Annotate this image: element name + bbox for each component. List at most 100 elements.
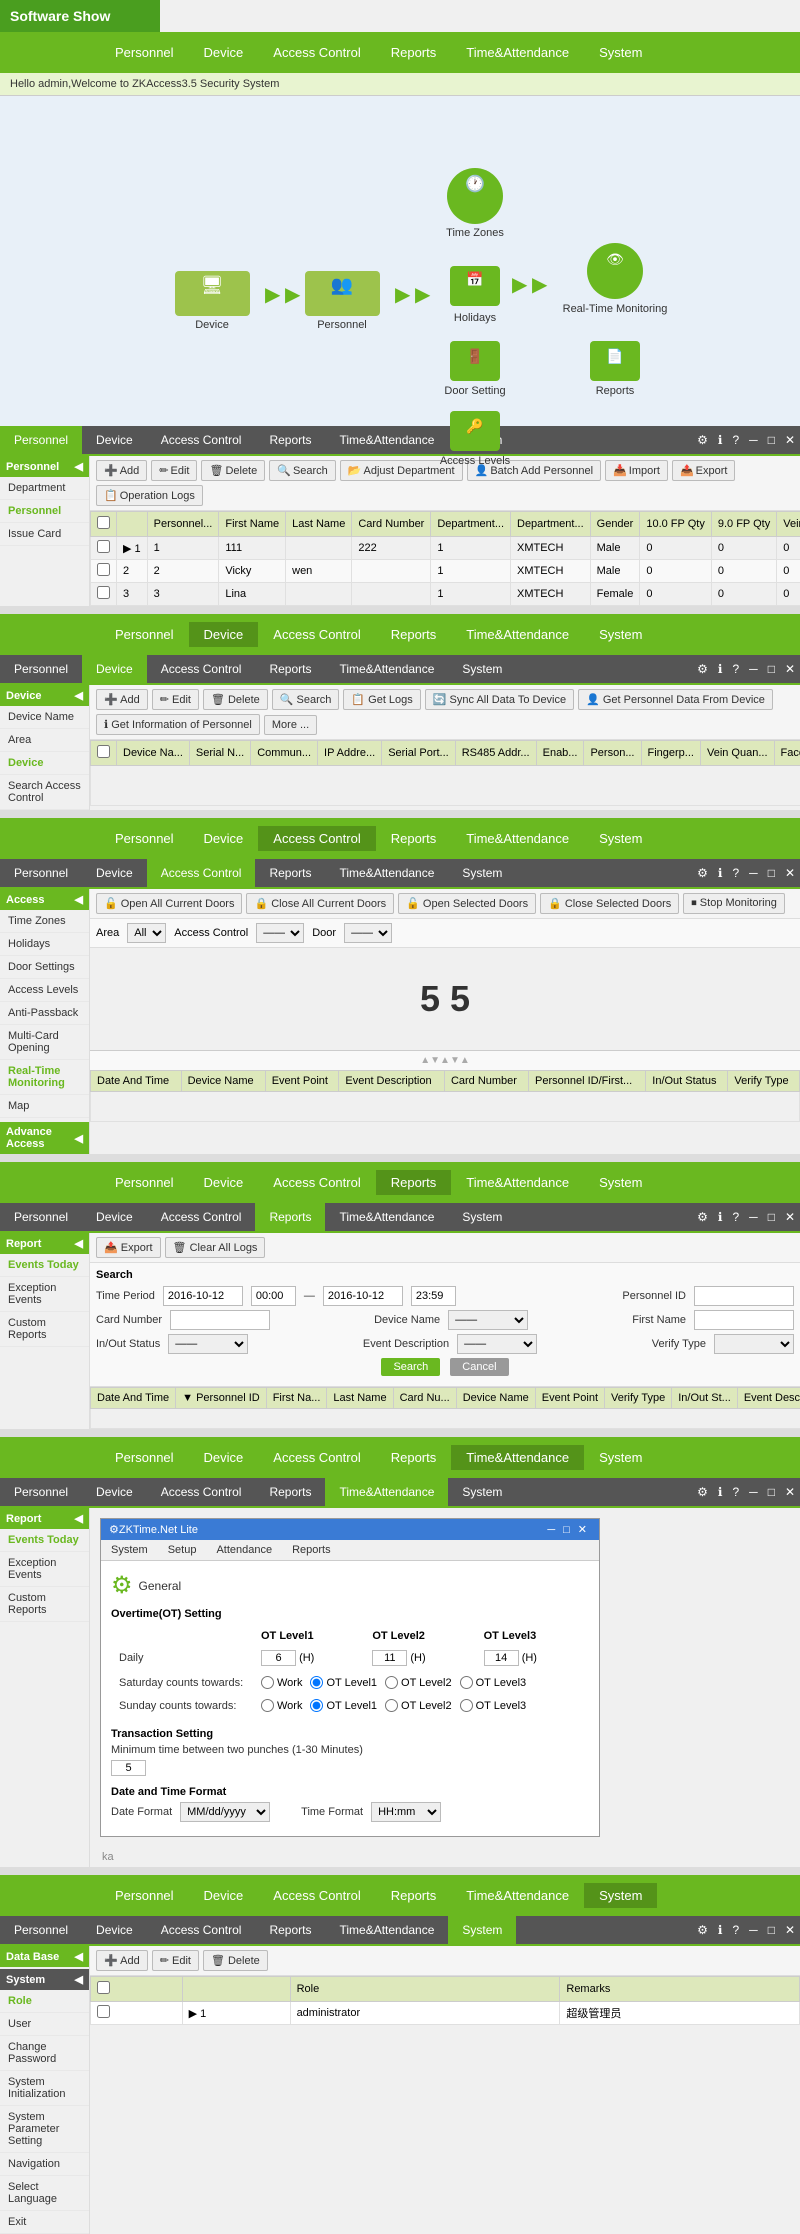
sidebar-item-issue-card[interactable]: Issue Card bbox=[0, 523, 89, 546]
in-out-select[interactable]: —— bbox=[168, 1334, 248, 1354]
sidebar-item-exit[interactable]: Exit bbox=[0, 2211, 89, 2234]
sat-ot3-radio[interactable] bbox=[460, 1676, 473, 1689]
tab-device-t[interactable]: Device bbox=[82, 1478, 147, 1506]
tab-system-d[interactable]: System bbox=[448, 655, 516, 683]
settings-icon-3[interactable]: ⚙ bbox=[692, 862, 713, 884]
settings-icon-4[interactable]: ⚙ bbox=[692, 1206, 713, 1228]
sidebar-section-advance[interactable]: Advance Access ◀ bbox=[0, 1122, 89, 1154]
nav-access-3[interactable]: Access Control bbox=[258, 826, 375, 851]
sat-ot1-label[interactable]: OT Level1 bbox=[310, 1676, 377, 1689]
col-commun[interactable]: Commun... bbox=[251, 741, 318, 766]
nav-time-3[interactable]: Time&Attendance bbox=[451, 826, 584, 851]
nav-personnel-3[interactable]: Personnel bbox=[100, 826, 189, 851]
sun-ot1-label[interactable]: OT Level1 bbox=[310, 1699, 377, 1712]
tab-device-a[interactable]: Device bbox=[82, 859, 147, 887]
col-device-name[interactable]: Device Na... bbox=[117, 741, 190, 766]
tab-reports-s[interactable]: Reports bbox=[255, 1916, 325, 1944]
edit-system-button[interactable]: ✏ Edit bbox=[152, 1950, 199, 1971]
tab-reports[interactable]: Reports bbox=[255, 426, 325, 454]
sidebar-section-report-t[interactable]: Report ◀ bbox=[0, 1508, 89, 1529]
edit-device-button[interactable]: ✏ Edit bbox=[152, 689, 199, 710]
card-number-input[interactable] bbox=[170, 1310, 270, 1330]
tab-reports-d[interactable]: Reports bbox=[255, 655, 325, 683]
date-format-select[interactable]: MM/dd/yyyy bbox=[180, 1802, 270, 1822]
help-icon-3[interactable]: ? bbox=[727, 862, 744, 884]
tab-personnel-s[interactable]: Personnel bbox=[0, 1916, 82, 1944]
sidebar-item-events-today-t[interactable]: Events Today bbox=[0, 1529, 89, 1552]
tab-device-r[interactable]: Device bbox=[82, 1203, 147, 1231]
from-date-input[interactable] bbox=[163, 1286, 243, 1306]
open-all-doors[interactable]: 🔓 Open All Current Doors bbox=[96, 893, 242, 914]
row-check-1[interactable] bbox=[97, 540, 110, 553]
sidebar-item-custom-reports[interactable]: Custom Reports bbox=[0, 1312, 89, 1347]
close-icon-5[interactable]: ✕ bbox=[780, 1481, 800, 1503]
close-icon-6[interactable]: ✕ bbox=[780, 1919, 800, 1941]
sidebar-item-change-password[interactable]: Change Password bbox=[0, 2036, 89, 2071]
tab-reports-a[interactable]: Reports bbox=[255, 859, 325, 887]
col-enable[interactable]: Enab... bbox=[536, 741, 584, 766]
nav-access-4[interactable]: Access Control bbox=[258, 1170, 375, 1195]
sidebar-item-exception[interactable]: Exception Events bbox=[0, 1277, 89, 1312]
nav-reports-4[interactable]: Reports bbox=[376, 1170, 452, 1195]
delete-device-button[interactable]: 🗑 Delete bbox=[203, 689, 268, 710]
nav-system-4[interactable]: System bbox=[584, 1170, 657, 1195]
sat-work-radio[interactable] bbox=[261, 1676, 274, 1689]
nav-reports-2[interactable]: Reports bbox=[376, 622, 452, 647]
sun-ot2-label[interactable]: OT Level2 bbox=[385, 1699, 452, 1712]
search-button[interactable]: 🔍 Search bbox=[269, 460, 336, 481]
sat-ot2-radio[interactable] bbox=[385, 1676, 398, 1689]
sync-all-button[interactable]: 🔄 Sync All Data To Device bbox=[425, 689, 574, 710]
col-remarks[interactable]: Remarks bbox=[560, 1977, 800, 2002]
tab-reports-r[interactable]: Reports bbox=[255, 1203, 325, 1231]
first-name-input[interactable] bbox=[694, 1310, 794, 1330]
row-check-3[interactable] bbox=[97, 586, 110, 599]
export-button[interactable]: 📤 Export bbox=[672, 460, 736, 481]
sidebar-item-department[interactable]: Department bbox=[0, 477, 89, 500]
info-icon-4[interactable]: ℹ bbox=[713, 1206, 728, 1228]
sidebar-item-anti-passback[interactable]: Anti-Passback bbox=[0, 1002, 89, 1025]
sidebar-item-system-param[interactable]: System Parameter Setting bbox=[0, 2106, 89, 2153]
col-serial[interactable]: Serial N... bbox=[189, 741, 250, 766]
tab-personnel-t[interactable]: Personnel bbox=[0, 1478, 82, 1506]
help-icon-4[interactable]: ? bbox=[727, 1206, 744, 1228]
col-first-name[interactable]: First Name bbox=[219, 512, 286, 537]
info-icon-6[interactable]: ℹ bbox=[713, 1919, 728, 1941]
sidebar-section-system[interactable]: System ◀ bbox=[0, 1969, 89, 1990]
nav-device-6[interactable]: Device bbox=[189, 1883, 259, 1908]
nav-personnel-4[interactable]: Personnel bbox=[100, 1170, 189, 1195]
nav-device-4[interactable]: Device bbox=[189, 1170, 259, 1195]
col-rs485[interactable]: RS485 Addr... bbox=[455, 741, 536, 766]
popup-close[interactable]: ✕ bbox=[574, 1523, 591, 1536]
nav-reports-3[interactable]: Reports bbox=[376, 826, 452, 851]
help-icon-2[interactable]: ? bbox=[727, 658, 744, 680]
nav-time-6[interactable]: Time&Attendance bbox=[451, 1883, 584, 1908]
popup-menu-attendance[interactable]: Attendance bbox=[206, 1540, 282, 1560]
minimize-icon-2[interactable]: ─ bbox=[744, 658, 763, 680]
col-pid[interactable]: ▼ Personnel ID bbox=[176, 1388, 267, 1409]
sidebar-item-system-init[interactable]: System Initialization bbox=[0, 2071, 89, 2106]
sidebar-item-realtime[interactable]: Real-Time Monitoring bbox=[0, 1060, 89, 1095]
search-device-button[interactable]: 🔍 Search bbox=[272, 689, 340, 710]
daily-ot1-input[interactable] bbox=[261, 1650, 296, 1666]
settings-icon-2[interactable]: ⚙ bbox=[692, 658, 713, 680]
popup-menu-setup[interactable]: Setup bbox=[158, 1540, 207, 1560]
op-logs-button[interactable]: 📋 Operation Logs bbox=[96, 485, 203, 506]
col-in-out[interactable]: In/Out Status bbox=[646, 1071, 728, 1092]
tab-access-d[interactable]: Access Control bbox=[147, 655, 256, 683]
sidebar-item-events-today-r[interactable]: Events Today bbox=[0, 1254, 89, 1277]
settings-icon-6[interactable]: ⚙ bbox=[692, 1919, 713, 1941]
col-cn[interactable]: Card Nu... bbox=[393, 1388, 456, 1409]
add-button[interactable]: ➕ Add bbox=[96, 460, 147, 481]
col-dept2[interactable]: Department... bbox=[511, 512, 591, 537]
open-selected-doors[interactable]: 🔓 Open Selected Doors bbox=[398, 893, 536, 914]
col-person[interactable]: Person... bbox=[584, 741, 641, 766]
tab-personnel-d[interactable]: Personnel bbox=[0, 655, 82, 683]
col-personnel-id-first[interactable]: Personnel ID/First... bbox=[529, 1071, 646, 1092]
verify-type-select[interactable] bbox=[714, 1334, 794, 1354]
info-icon-5[interactable]: ℹ bbox=[713, 1481, 728, 1503]
close-icon-4[interactable]: ✕ bbox=[780, 1206, 800, 1228]
sun-ot2-radio[interactable] bbox=[385, 1699, 398, 1712]
nav-system-6[interactable]: System bbox=[584, 1883, 657, 1908]
restore-icon[interactable]: □ bbox=[763, 429, 780, 451]
info-icon-2[interactable]: ℹ bbox=[713, 658, 728, 680]
